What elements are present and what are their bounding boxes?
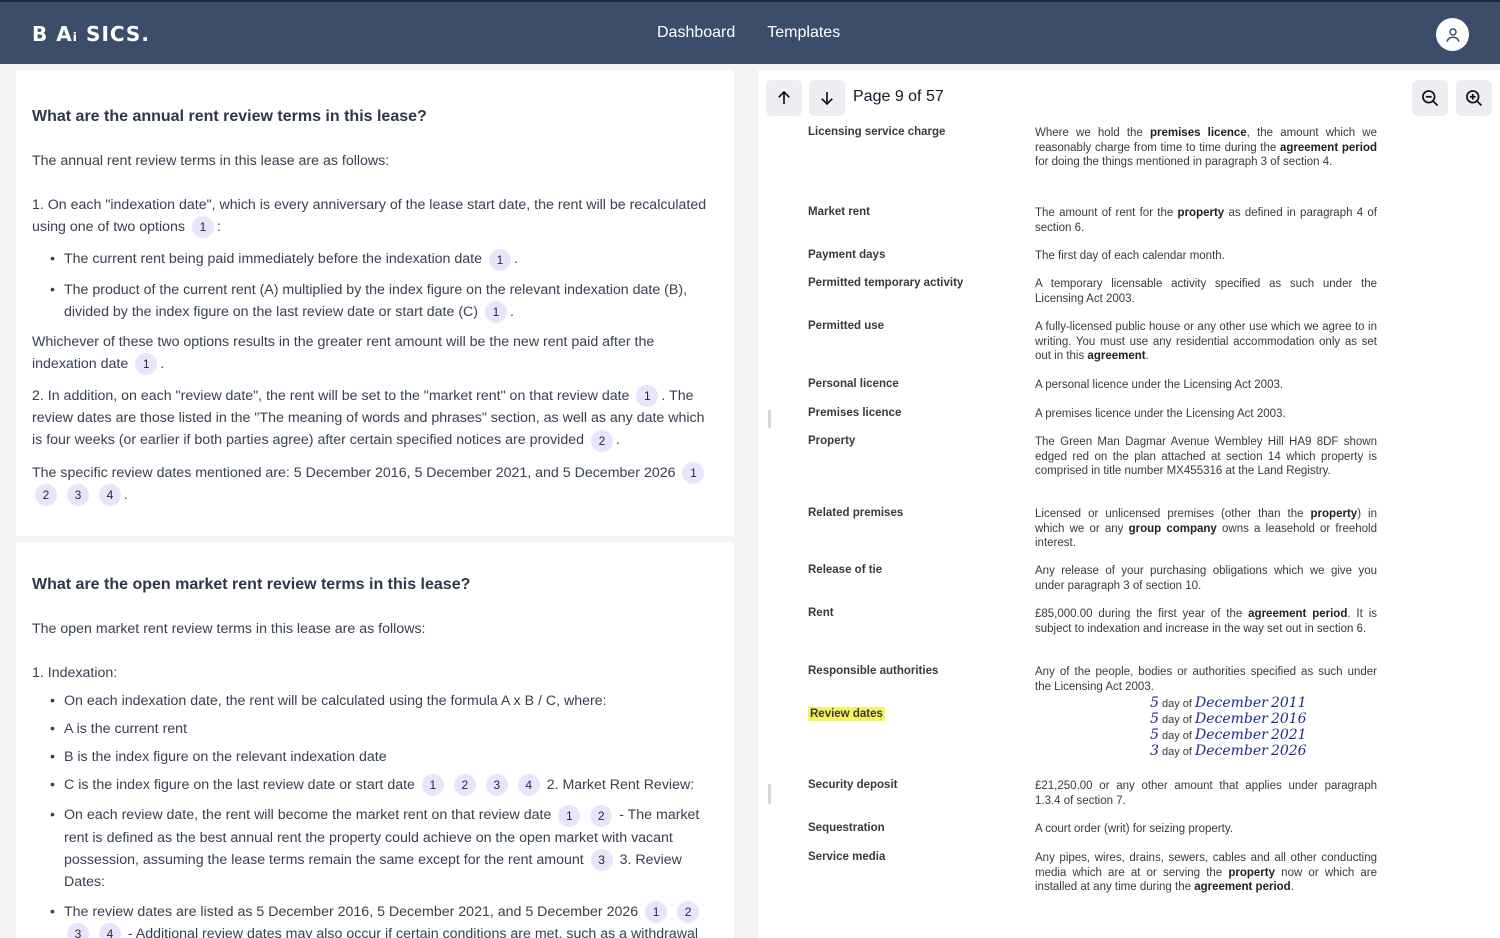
definition-text: Licensed or unlicensed premises (other t… (1035, 508, 1377, 549)
citation-badge[interactable]: 1 (421, 774, 444, 797)
definition-term: Security deposit (808, 779, 898, 791)
definition-term: Personal licence (808, 378, 899, 390)
user-icon (1445, 27, 1460, 42)
citation-badge[interactable]: 1 (484, 300, 507, 323)
list-item: On each review date, the rent will becom… (32, 804, 718, 893)
citation-badge[interactable]: 2 (590, 429, 613, 452)
definition-text: £21,250.00 or any other amount that appl… (1035, 780, 1377, 807)
definition-term: Premises licence (808, 407, 902, 419)
citation-badge[interactable]: 3 (66, 484, 89, 506)
citation-badge[interactable]: 3 (67, 923, 89, 938)
citation-badge[interactable]: 1 (682, 461, 705, 484)
definition-term: Payment days (808, 249, 886, 261)
citation-badge[interactable]: 1 (191, 216, 214, 239)
definition-text: A fully-licensed public house or any oth… (1035, 321, 1377, 362)
list-item: B is the index figure on the relevant in… (32, 746, 718, 768)
question-title: What are the annual rent review terms in… (32, 108, 427, 125)
citation-badge[interactable]: 4 (98, 923, 121, 938)
definition-term: Permitted use (808, 320, 885, 332)
definition-term: Service media (808, 851, 886, 863)
handwritten-date: 5 day of December 2016 (1150, 711, 1307, 727)
answer-heading: 1. Indexation: (32, 665, 118, 681)
next-page-button[interactable] (809, 80, 845, 116)
list-item: The product of the current rent (A) mult… (32, 279, 718, 323)
definition-text: Any release of your purchasing obligatio… (1035, 565, 1377, 592)
citation-badge[interactable]: 1 (636, 385, 659, 408)
user-avatar-button[interactable] (1436, 18, 1469, 51)
definition-text: £85,000.00 during the first year of the … (1035, 608, 1377, 635)
nav-dashboard[interactable]: Dashboard (657, 24, 735, 42)
zoom-in-button[interactable] (1456, 80, 1492, 116)
question-title: What are the open market rent review ter… (32, 576, 471, 593)
definition-term: Licensing service charge (808, 126, 946, 138)
list-item: On each indexation date, the rent will b… (32, 690, 718, 712)
definition-term: Rent (808, 607, 834, 619)
arrow-up-icon (778, 90, 790, 104)
definition-text: A personal licence under the Licensing A… (1035, 379, 1284, 391)
definition-text: A premises licence under the Licensing A… (1035, 408, 1286, 420)
definition-text: A court order (writ) for seizing propert… (1035, 823, 1233, 835)
list-item: The current rent being paid immediately … (32, 248, 718, 271)
zoom-out-icon (1422, 90, 1439, 107)
citation-badge[interactable]: 3 (485, 774, 508, 797)
definition-text: A temporary licensable activity specifie… (1035, 278, 1377, 305)
citation-badge[interactable]: 2 (590, 804, 613, 827)
handwritten-date: 5 day of December 2021 (1150, 727, 1307, 743)
page-edge-mark (768, 410, 771, 428)
citation-badge[interactable]: 2 (453, 774, 476, 797)
prev-page-button[interactable] (766, 80, 802, 116)
definition-text: Any pipes, wires, drains, sewers, cables… (1035, 852, 1378, 893)
answer-paragraph: 1. On each "indexation date", which is e… (32, 194, 718, 239)
main-nav: Dashboard Templates (657, 24, 840, 42)
answer-intro: The annual rent review terms in this lea… (32, 153, 390, 169)
definition-term: Sequestration (808, 822, 885, 834)
list-item: A is the current rent (32, 718, 718, 740)
definition-text: Where we hold the premises licence, the … (1035, 127, 1377, 168)
definition-term: Review dates (808, 707, 1018, 721)
definition-text: The amount of rent for the property as d… (1035, 207, 1377, 234)
definition-term: Related premises (808, 507, 904, 519)
qa-card: What are the annual rent review terms in… (16, 70, 734, 536)
document-viewer: Page 9 of 57 Licensing service charge Whe… (758, 70, 1500, 938)
list-item: C is the index figure on the last review… (32, 774, 718, 797)
qa-panel: What are the annual rent review terms in… (16, 70, 734, 938)
definition-text: The first day of each calendar month. (1035, 250, 1225, 262)
answer-list: The current rent being paid immediately … (32, 248, 718, 323)
citation-badge[interactable]: 4 (98, 484, 121, 506)
app-logo[interactable]: B Aᵢ SICS. (32, 22, 150, 46)
zoom-in-icon (1466, 90, 1483, 107)
handwritten-date: 3 day of December 2026 (1150, 743, 1307, 759)
answer-paragraph: Whichever of these two options results i… (32, 331, 718, 375)
list-item: The review dates are listed as 5 Decembe… (32, 901, 718, 938)
arrow-down-icon (821, 92, 833, 106)
definition-term: Responsible authorities (808, 665, 939, 677)
nav-templates[interactable]: Templates (767, 24, 840, 42)
citation-badge[interactable]: 2 (677, 901, 700, 923)
handwritten-date: 5 day of December 2011 (1150, 695, 1307, 711)
definition-term: Market rent (808, 206, 870, 218)
definition-text: 5 day of December 2011 5 day of December … (1150, 696, 1350, 760)
citation-badge[interactable]: 3 (590, 848, 613, 871)
citation-badge[interactable]: 1 (645, 901, 668, 923)
citation-badge[interactable]: 4 (517, 774, 540, 797)
citation-badge[interactable]: 1 (488, 248, 511, 271)
page-indicator: Page 9 of 57 (853, 88, 944, 105)
definition-term: Release of tie (808, 564, 883, 576)
answer-paragraph: The specific review dates mentioned are:… (32, 461, 718, 506)
citation-badge[interactable]: 1 (558, 804, 581, 827)
citation-badge[interactable]: 2 (35, 484, 57, 506)
definition-text: The Green Man Dagmar Avenue Wembley Hill… (1035, 436, 1377, 477)
qa-card: What are the open market rent review ter… (16, 542, 734, 938)
citation-badge[interactable]: 1 (135, 353, 158, 375)
definition-term: Permitted temporary activity (808, 277, 964, 289)
top-navbar: B Aᵢ SICS. Dashboard Templates (0, 0, 1500, 64)
highlighted-term: Review dates (808, 707, 885, 721)
page-edge-mark (768, 784, 771, 804)
zoom-out-button[interactable] (1412, 80, 1448, 116)
answer-intro: The open market rent review terms in thi… (32, 621, 426, 637)
definition-term: Property (808, 435, 856, 447)
answer-list: On each indexation date, the rent will b… (32, 690, 718, 938)
answer-paragraph: 2. In addition, on each "review date", t… (32, 385, 718, 452)
definition-text: Any of the people, bodies or authorities… (1035, 666, 1377, 693)
